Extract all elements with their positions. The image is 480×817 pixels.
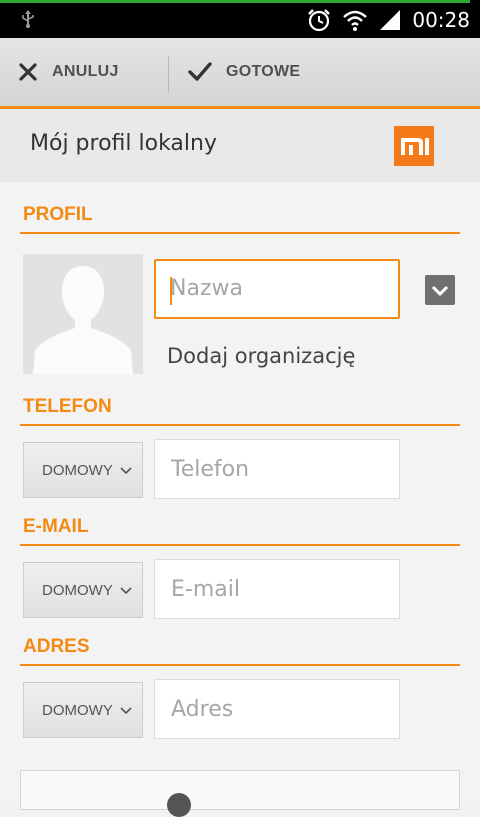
account-header: Mój profil lokalny [0,109,480,183]
check-icon [188,62,212,81]
phone-input[interactable] [155,440,401,498]
email-field[interactable] [154,559,401,619]
section-header-address: ADRES [20,628,460,666]
avatar-placeholder-icon [23,254,143,374]
phone-type-selector[interactable]: DOMOWY [23,442,143,498]
chevron-down-icon [120,707,132,715]
address-input[interactable] [155,680,401,738]
alarm-icon [308,9,331,32]
address-type-selector[interactable]: DOMOWY [23,682,143,738]
email-type-label: DOMOWY [42,582,113,599]
add-icon [167,793,191,817]
add-organization-link[interactable]: Dodaj organizację [167,344,355,368]
chevron-down-icon [120,587,132,595]
usb-icon [22,10,34,28]
section-header-phone: TELEFON [20,388,460,426]
phone-type-label: DOMOWY [42,462,113,479]
action-separator [168,56,169,92]
email-type-selector[interactable]: DOMOWY [23,562,143,618]
section-title-address: ADRES [23,636,90,657]
address-field[interactable] [154,679,401,739]
add-field-button[interactable] [20,770,460,817]
done-label: GOTOWE [226,63,301,80]
section-header-email: E-MAIL [20,508,460,546]
name-field[interactable] [154,259,400,319]
chevron-down-icon [120,467,132,475]
section-header-profile: PROFIL [20,196,460,234]
mi-logo [394,126,434,166]
signal-icon [380,10,401,30]
text-cursor [170,277,172,305]
expand-name-button[interactable] [425,275,455,305]
account-name: Mój profil lokalny [30,131,217,156]
action-bar: ANULUJ GOTOWE [0,38,480,109]
section-title-profile: PROFIL [23,204,93,225]
phone-field[interactable] [154,439,401,499]
done-button[interactable]: GOTOWE [188,38,300,106]
wifi-icon [343,10,368,31]
close-icon [19,63,37,81]
notification-progress-line [0,0,470,3]
name-input[interactable] [156,261,390,315]
email-input[interactable] [155,560,401,618]
status-time: 00:28 [412,8,470,32]
chevron-down-icon [431,285,449,297]
cancel-label: ANULUJ [52,63,119,80]
mi-logo-mark [401,138,429,155]
contact-photo[interactable] [23,254,143,374]
cancel-button[interactable]: ANULUJ [18,38,119,106]
address-type-label: DOMOWY [42,702,113,719]
section-title-phone: TELEFON [23,396,112,417]
status-bar: 00:28 [0,0,480,38]
section-title-email: E-MAIL [23,516,89,537]
